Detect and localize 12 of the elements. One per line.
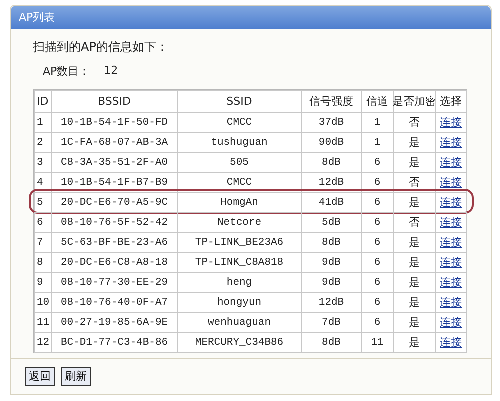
table-cell: 11 <box>34 312 52 333</box>
table-cell: 10 <box>34 292 52 313</box>
table-cell: 12 <box>34 332 52 353</box>
ap-count-value: 12 <box>104 64 118 79</box>
ap-count-label: AP数目： <box>43 64 90 79</box>
back-button[interactable]: 返回 <box>25 367 55 386</box>
table-cell: 6 <box>34 212 52 233</box>
column-header: ID <box>34 90 52 113</box>
window-title: AP列表 <box>19 10 56 25</box>
heading: 扫描到的AP的信息如下： <box>33 39 168 56</box>
column-header: 选择 <box>435 90 467 113</box>
refresh-button[interactable]: 刷新 <box>61 367 91 386</box>
